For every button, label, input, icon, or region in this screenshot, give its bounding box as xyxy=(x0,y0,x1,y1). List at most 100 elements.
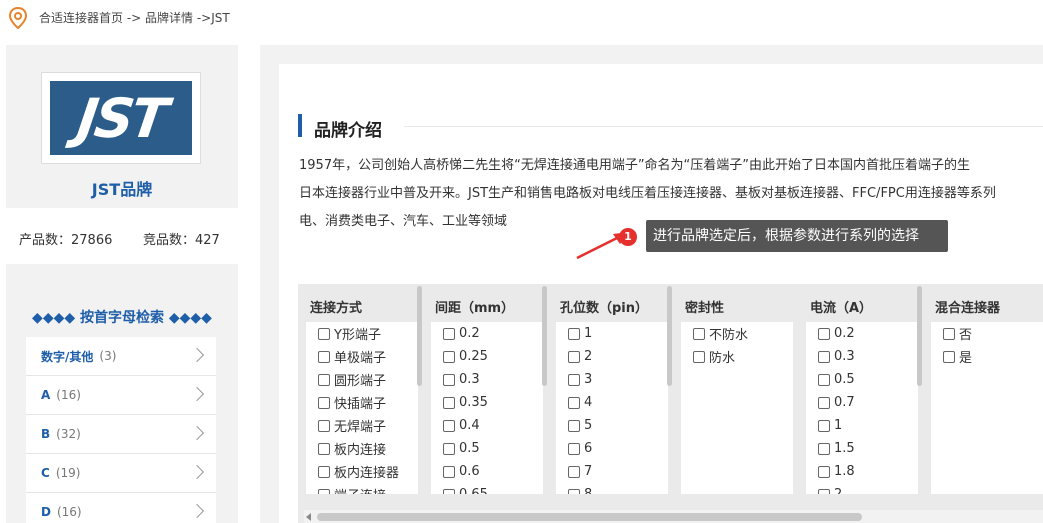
filter-option[interactable]: 1.8 xyxy=(806,460,918,483)
filter-option[interactable]: 0.65 xyxy=(431,483,543,494)
filter-option[interactable]: 0.3 xyxy=(806,345,918,368)
breadcrumb-text[interactable]: 合适连接器首页 -> 品牌详情 ->JST xyxy=(39,9,230,26)
filter-option[interactable]: 1 xyxy=(806,414,918,437)
filter-option[interactable]: Y形端子 xyxy=(306,322,418,345)
filter-option[interactable]: 板内连接 xyxy=(306,437,418,460)
filter-option[interactable]: 2 xyxy=(806,483,918,494)
filter-option[interactable]: 1 xyxy=(556,322,668,345)
filter-option[interactable]: 无焊端子 xyxy=(306,414,418,437)
checkbox[interactable] xyxy=(318,350,330,363)
checkbox[interactable] xyxy=(443,327,455,340)
filter-option[interactable]: 0.35 xyxy=(431,391,543,414)
filter-option[interactable]: 0.2 xyxy=(806,322,918,345)
checkbox[interactable] xyxy=(693,350,705,363)
letter-index-item[interactable]: C (19) xyxy=(26,454,216,493)
filter-option[interactable]: 3 xyxy=(556,368,668,391)
checkbox[interactable] xyxy=(443,419,455,432)
filter-option[interactable]: 板内连接器 xyxy=(306,460,418,483)
scrollbar-thumb[interactable] xyxy=(317,513,862,521)
option-label: 8 xyxy=(584,487,592,494)
scrollbar-thumb[interactable] xyxy=(417,286,422,386)
checkbox[interactable] xyxy=(318,419,330,432)
checkbox[interactable] xyxy=(443,488,455,494)
checkbox[interactable] xyxy=(443,465,455,478)
checkbox[interactable] xyxy=(568,419,580,432)
letter-index-item[interactable]: D (16) xyxy=(26,493,216,523)
filter-option[interactable]: 单极端子 xyxy=(306,345,418,368)
filter-option[interactable]: 0.5 xyxy=(806,368,918,391)
filter-option[interactable]: 0.6 xyxy=(431,460,543,483)
checkbox[interactable] xyxy=(318,442,330,455)
checkbox[interactable] xyxy=(568,442,580,455)
filter-option[interactable]: 6 xyxy=(556,437,668,460)
checkbox[interactable] xyxy=(693,327,705,340)
scrollbar-thumb[interactable] xyxy=(542,286,547,386)
filter-option[interactable]: 0.2 xyxy=(431,322,543,345)
filter-option[interactable]: 圆形端子 xyxy=(306,368,418,391)
filter-option[interactable]: 是 xyxy=(931,345,1043,368)
checkbox[interactable] xyxy=(818,373,830,386)
checkbox[interactable] xyxy=(818,488,830,494)
option-label: 板内连接 xyxy=(334,443,387,458)
checkbox[interactable] xyxy=(943,327,955,340)
checkbox[interactable] xyxy=(943,350,955,363)
filter-option[interactable]: 1.5 xyxy=(806,437,918,460)
letter-key: D xyxy=(41,505,51,519)
checkbox[interactable] xyxy=(818,465,830,478)
filter-option[interactable]: 8 xyxy=(556,483,668,494)
filter-option[interactable]: 不防水 xyxy=(681,322,793,345)
filter-option[interactable]: 0.3 xyxy=(431,368,543,391)
letter-index-item[interactable]: B (32) xyxy=(26,415,216,454)
checkbox[interactable] xyxy=(318,327,330,340)
checkbox[interactable] xyxy=(818,350,830,363)
filter-option[interactable]: 0.25 xyxy=(431,345,543,368)
checkbox[interactable] xyxy=(568,396,580,409)
parameter-filter-table: 连接方式Y形端子单极端子圆形端子快插端子无焊端子板内连接板内连接器端子连接间距（… xyxy=(298,284,1043,523)
filter-option[interactable]: 0.4 xyxy=(431,414,543,437)
horizontal-scrollbar[interactable] xyxy=(304,510,1043,523)
vertical-scrollbar[interactable] xyxy=(416,286,423,458)
filter-option[interactable]: 7 xyxy=(556,460,668,483)
filter-option[interactable]: 否 xyxy=(931,322,1043,345)
product-count: 产品数：27866 xyxy=(19,233,113,248)
filter-option[interactable]: 2 xyxy=(556,345,668,368)
vertical-scrollbar[interactable] xyxy=(666,286,673,458)
filter-option[interactable]: 端子连接 xyxy=(306,483,418,494)
letter-index-item[interactable]: 数字/其他 (3) xyxy=(26,337,216,376)
checkbox[interactable] xyxy=(818,419,830,432)
filter-column: 孔位数（pin） 1 2 3 4 5 6 7 8 xyxy=(548,284,673,523)
scroll-left-icon[interactable] xyxy=(306,513,311,521)
filter-option[interactable]: 0.7 xyxy=(806,391,918,414)
letter-index-title: ◆◆◆◆ 按首字母检索 ◆◆◆◆ xyxy=(32,310,212,326)
step-badge: 1 xyxy=(619,228,637,246)
checkbox[interactable] xyxy=(568,373,580,386)
checkbox[interactable] xyxy=(443,373,455,386)
checkbox[interactable] xyxy=(568,465,580,478)
letter-index-item[interactable]: A (16) xyxy=(26,376,216,415)
scrollbar-thumb[interactable] xyxy=(667,286,672,386)
filter-column-header: 混合连接器 xyxy=(935,301,1001,316)
option-label: 0.3 xyxy=(459,372,480,387)
filter-option[interactable]: 快插端子 xyxy=(306,391,418,414)
filter-option[interactable]: 防水 xyxy=(681,345,793,368)
checkbox[interactable] xyxy=(818,396,830,409)
scrollbar-thumb[interactable] xyxy=(917,286,922,386)
filter-option[interactable]: 5 xyxy=(556,414,668,437)
checkbox[interactable] xyxy=(443,350,455,363)
vertical-scrollbar[interactable] xyxy=(916,286,923,458)
letter-index-list: 数字/其他 (3) A (16) B (32) C (19) D (16) xyxy=(26,337,216,523)
checkbox[interactable] xyxy=(318,373,330,386)
vertical-scrollbar[interactable] xyxy=(541,286,548,458)
checkbox[interactable] xyxy=(568,350,580,363)
checkbox[interactable] xyxy=(568,488,580,494)
checkbox[interactable] xyxy=(568,327,580,340)
checkbox[interactable] xyxy=(318,465,330,478)
checkbox[interactable] xyxy=(318,488,330,494)
checkbox[interactable] xyxy=(443,442,455,455)
checkbox[interactable] xyxy=(443,396,455,409)
filter-option[interactable]: 4 xyxy=(556,391,668,414)
checkbox[interactable] xyxy=(818,327,830,340)
filter-option[interactable]: 0.5 xyxy=(431,437,543,460)
checkbox[interactable] xyxy=(818,442,830,455)
checkbox[interactable] xyxy=(318,396,330,409)
